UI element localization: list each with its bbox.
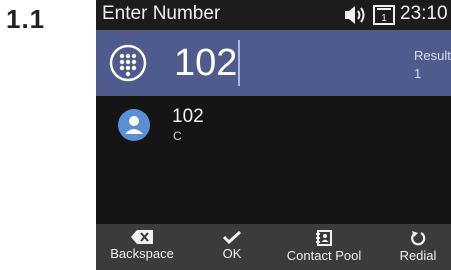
redial-icon — [411, 231, 426, 246]
contact-number: 102 — [172, 106, 204, 127]
contact-subtitle: C — [173, 129, 182, 143]
result-count: 1 — [414, 66, 422, 81]
speaker-icon — [345, 6, 365, 24]
number-input[interactable]: 102 — [174, 42, 237, 84]
screen-title: Enter Number — [102, 3, 221, 24]
backspace-button[interactable]: Backspace — [100, 224, 184, 270]
checkmark-icon — [222, 230, 242, 244]
phone-screen: Enter Number 1 23:10 102 Result 1 102 C … — [96, 0, 451, 270]
softkey-bar: Backspace OK Contact Pool Redial — [96, 224, 451, 270]
line-status-icon: 1 — [373, 5, 395, 25]
ok-button[interactable]: OK — [208, 224, 256, 270]
backspace-icon — [131, 230, 153, 244]
redial-label: Redial — [399, 248, 437, 263]
dialpad-icon[interactable] — [108, 43, 148, 83]
list-item[interactable]: 102 C — [96, 96, 451, 152]
number-entry-bar: 102 Result 1 — [96, 30, 451, 96]
redial-button[interactable]: Redial — [390, 224, 446, 270]
clock: 23:10 — [400, 3, 448, 24]
text-cursor — [238, 40, 240, 86]
ok-label: OK — [222, 246, 242, 261]
contact-avatar-icon — [118, 109, 150, 141]
contact-book-icon — [316, 230, 332, 246]
status-bar: Enter Number 1 23:10 — [96, 0, 451, 30]
line-number: 1 — [381, 13, 387, 24]
step-label: 1.1 — [6, 4, 46, 34]
contact-pool-button[interactable]: Contact Pool — [276, 224, 372, 270]
result-label: Result — [414, 48, 451, 63]
contact-pool-label: Contact Pool — [286, 248, 362, 263]
backspace-label: Backspace — [110, 246, 174, 261]
